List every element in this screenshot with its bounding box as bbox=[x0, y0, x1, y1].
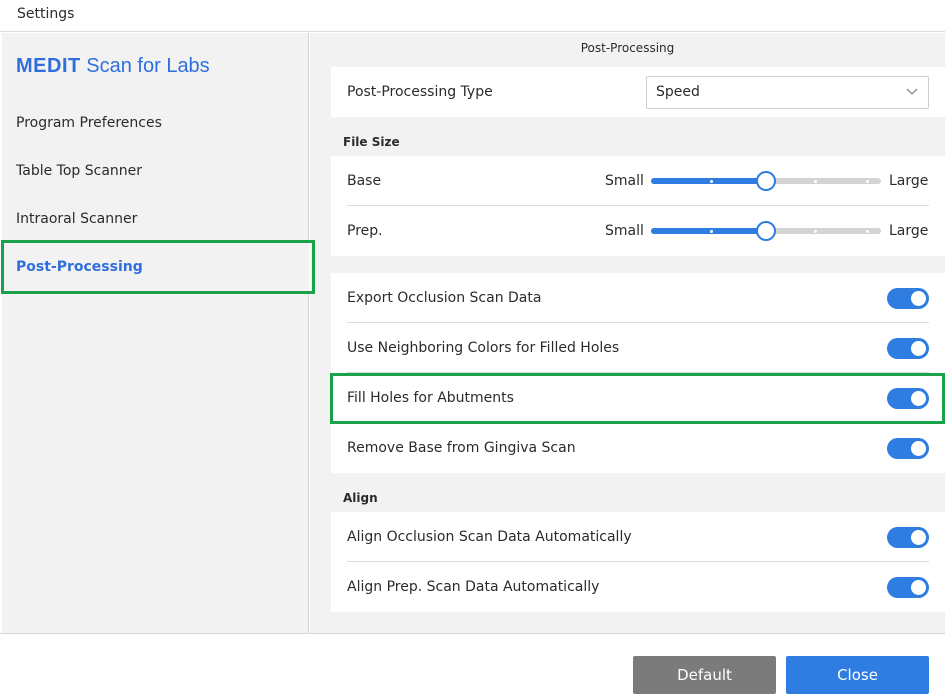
window-title: Settings bbox=[17, 6, 75, 22]
prep-slider-min-label: Small bbox=[605, 223, 644, 239]
file-size-prep-row: Prep. Small Large bbox=[331, 206, 929, 256]
title-bar: Settings bbox=[0, 0, 945, 32]
option-row-neighboring-colors: Use Neighboring Colors for Filled Holes bbox=[331, 323, 929, 373]
file-size-card: Base Small Large Prep. Small Large bbox=[331, 156, 945, 256]
base-slider-max-label: Large bbox=[889, 173, 929, 189]
align-group-label: Align bbox=[343, 491, 378, 505]
brand-name: MEDIT bbox=[16, 55, 81, 77]
option-label: Export Occlusion Scan Data bbox=[347, 290, 542, 306]
align-occlusion-toggle[interactable] bbox=[887, 527, 929, 548]
option-label: Use Neighboring Colors for Filled Holes bbox=[347, 340, 620, 356]
post-processing-type-select[interactable]: Speed bbox=[646, 76, 929, 109]
prep-slider-fill bbox=[651, 228, 766, 234]
align-card: Align Occlusion Scan Data Automatically … bbox=[331, 512, 945, 612]
prep-slider-tick bbox=[710, 229, 713, 233]
export-occlusion-toggle[interactable] bbox=[887, 288, 929, 309]
base-label: Base bbox=[347, 173, 382, 189]
toggle-knob bbox=[911, 530, 926, 545]
base-slider-thumb[interactable] bbox=[756, 171, 776, 191]
align-prep-toggle[interactable] bbox=[887, 577, 929, 598]
post-processing-type-card: Post-Processing Type Speed bbox=[331, 67, 945, 117]
post-processing-type-row: Post-Processing Type Speed bbox=[331, 67, 929, 117]
base-slider: Small Large bbox=[605, 156, 929, 206]
default-button[interactable]: Default bbox=[633, 656, 776, 694]
sidebar-item-intraoral-scanner[interactable]: Intraoral Scanner bbox=[2, 195, 309, 243]
toggle-knob bbox=[911, 441, 926, 456]
prep-slider-tick bbox=[814, 229, 817, 233]
remove-base-toggle[interactable] bbox=[887, 438, 929, 459]
toggle-knob bbox=[911, 391, 926, 406]
option-row-export-occlusion: Export Occlusion Scan Data bbox=[331, 273, 929, 323]
base-slider-tick bbox=[866, 179, 869, 183]
option-label: Fill Holes for Abutments bbox=[347, 390, 514, 406]
base-slider-tick bbox=[710, 179, 713, 183]
prep-slider-track[interactable] bbox=[651, 221, 881, 241]
options-card: Export Occlusion Scan Data Use Neighbori… bbox=[331, 273, 945, 473]
sidebar-item-post-processing[interactable]: Post-Processing bbox=[2, 243, 309, 291]
sidebar-item-program-preferences[interactable]: Program Preferences bbox=[2, 99, 309, 147]
prep-slider: Small Large bbox=[605, 206, 929, 256]
prep-slider-max-label: Large bbox=[889, 223, 929, 239]
sidebar: MEDIT Scan for Labs Program Preferences … bbox=[2, 33, 309, 633]
align-label: Align Prep. Scan Data Automatically bbox=[347, 579, 600, 595]
brand-product: Scan for Labs bbox=[80, 55, 210, 77]
align-row-prep: Align Prep. Scan Data Automatically bbox=[331, 562, 929, 612]
brand-logo: MEDIT Scan for Labs bbox=[16, 55, 210, 78]
file-size-base-row: Base Small Large bbox=[331, 156, 929, 206]
toggle-knob bbox=[911, 580, 926, 595]
close-button[interactable]: Close bbox=[786, 656, 929, 694]
prep-slider-thumb[interactable] bbox=[756, 221, 776, 241]
main-panel: Post-Processing Post-Processing Type Spe… bbox=[310, 33, 945, 633]
base-slider-track[interactable] bbox=[651, 171, 881, 191]
toggle-knob bbox=[911, 291, 926, 306]
base-slider-fill bbox=[651, 178, 766, 184]
fill-holes-abutments-toggle[interactable] bbox=[887, 388, 929, 409]
option-row-fill-holes-abutments: Fill Holes for Abutments bbox=[331, 373, 929, 423]
toggle-knob bbox=[911, 341, 926, 356]
base-slider-min-label: Small bbox=[605, 173, 644, 189]
file-size-group-label: File Size bbox=[343, 135, 400, 149]
section-title: Post-Processing bbox=[580, 41, 675, 55]
chevron-down-icon bbox=[906, 88, 918, 95]
post-processing-type-label: Post-Processing Type bbox=[347, 84, 493, 100]
sidebar-item-table-top-scanner[interactable]: Table Top Scanner bbox=[2, 147, 309, 195]
prep-slider-tick bbox=[866, 229, 869, 233]
align-label: Align Occlusion Scan Data Automatically bbox=[347, 529, 632, 545]
prep-label: Prep. bbox=[347, 223, 383, 239]
base-slider-tick bbox=[814, 179, 817, 183]
footer: Default Close bbox=[0, 633, 945, 700]
neighboring-colors-toggle[interactable] bbox=[887, 338, 929, 359]
option-row-remove-base: Remove Base from Gingiva Scan bbox=[331, 423, 929, 473]
option-label: Remove Base from Gingiva Scan bbox=[347, 440, 576, 456]
align-row-occlusion: Align Occlusion Scan Data Automatically bbox=[331, 512, 929, 562]
post-processing-type-value: Speed bbox=[656, 84, 700, 100]
